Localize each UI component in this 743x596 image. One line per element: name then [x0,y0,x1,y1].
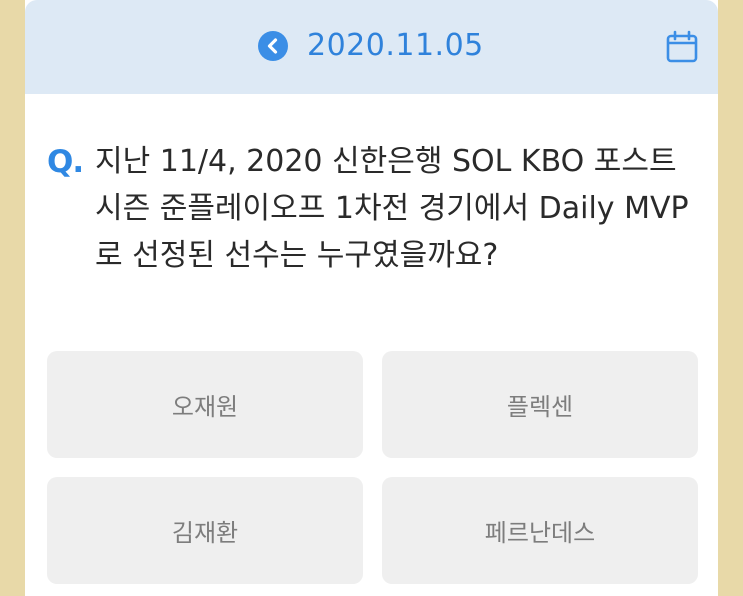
answer-option-2[interactable]: 플렉센 [382,351,698,458]
quiz-card: 2020.11.05 Q. 지난 11/4, 2020 신한은행 SOL KBO… [25,0,718,596]
date-header: 2020.11.05 [25,0,718,94]
answer-option-4[interactable]: 페르난데스 [382,477,698,584]
answer-option-1[interactable]: 오재원 [47,351,363,458]
calendar-icon[interactable] [665,30,699,64]
chevron-left-icon[interactable] [258,31,288,61]
question-block: Q. 지난 11/4, 2020 신한은행 SOL KBO 포스트시즌 준플레이… [47,138,697,279]
date-label: 2020.11.05 [307,28,484,63]
answer-option-3[interactable]: 김재환 [47,477,363,584]
question-marker: Q. [47,144,84,180]
question-text: 지난 11/4, 2020 신한은행 SOL KBO 포스트시즌 준플레이오프 … [95,144,689,273]
